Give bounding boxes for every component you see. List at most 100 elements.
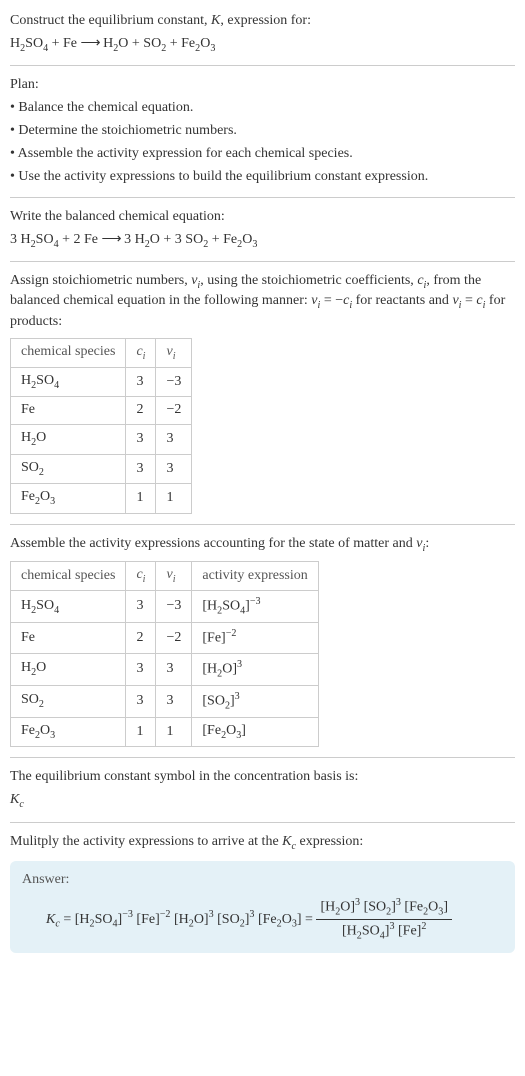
multiply-K: K (282, 834, 291, 849)
answer-title: Answer: (22, 871, 503, 890)
activity-expr: [SO2]3 (192, 685, 318, 717)
th-ci2-sub: i (143, 574, 146, 585)
ci-val: 1 (126, 718, 156, 747)
divider-6 (10, 822, 515, 823)
table-row: SO2 3 3 (11, 454, 192, 483)
answer-fraction: [H2O]3 [SO2]3 [Fe2O3][H2SO4]3 [Fe]2 (316, 896, 452, 943)
nui-val: 3 (156, 425, 192, 454)
intro-text-b: , expression for: (220, 13, 311, 28)
table-row: H2O 3 3 (11, 425, 192, 454)
table-header-row: chemical species ci νi (11, 338, 192, 367)
species-h2o: H2O (11, 425, 126, 454)
multiply-text: Mulitply the activity expressions to arr… (10, 833, 515, 853)
eq-h: H (10, 36, 20, 51)
answer-box: Answer: Kc = [H2SO4]−3 [Fe]−2 [H2O]3 [SO… (10, 861, 515, 953)
multiply-t1: Mulitply the activity expressions to arr… (10, 834, 282, 849)
ci-val: 3 (126, 368, 156, 397)
bal-3: SO (36, 232, 54, 247)
ans-K: K (46, 912, 55, 927)
species-h2so4: H2SO4 (11, 368, 126, 397)
ci-val: 2 (126, 623, 156, 654)
ans-eq: = (60, 912, 75, 927)
nui-val: 3 (156, 653, 192, 685)
nui-val: 3 (156, 454, 192, 483)
multiply-t2: expression: (296, 834, 363, 849)
divider-1 (10, 65, 515, 66)
ci-val: 2 (126, 397, 156, 425)
ci-val: 1 (126, 484, 156, 513)
eq-o3: 3 (210, 43, 215, 54)
table-header-row: chemical species ci νi activity expressi… (11, 561, 319, 590)
ans-eq2: = (302, 912, 317, 927)
th-species: chemical species (11, 561, 126, 590)
bal-6: 3 H (121, 232, 145, 247)
fraction-denominator: [H2SO4]3 [Fe]2 (316, 920, 452, 943)
ci-val: 3 (126, 685, 156, 717)
bal-10: + Fe (208, 232, 237, 247)
ci-val: 3 (126, 653, 156, 685)
table-row: H2SO4 3 −3 (11, 368, 192, 397)
table-row: Fe 2 −2 (11, 397, 192, 425)
intro-line1: Construct the equilibrium constant, K, e… (10, 12, 515, 31)
fraction-numerator: [H2O]3 [SO2]3 [Fe2O3] (316, 896, 452, 920)
assemble-text: Assemble the activity expressions accoun… (10, 535, 515, 555)
plan-b1: • Balance the chemical equation. (10, 99, 515, 118)
assign-eq1a: = − (320, 293, 343, 308)
assemble-t2: : (425, 536, 429, 551)
th-nui: νi (156, 338, 192, 367)
species-h2so4: H2SO4 (11, 591, 126, 623)
species-fe: Fe (11, 623, 126, 654)
activity-expr: [H2O]3 (192, 653, 318, 685)
ci-val: 3 (126, 454, 156, 483)
symbol-text: The equilibrium constant symbol in the c… (10, 768, 515, 787)
nui-val: −3 (156, 591, 192, 623)
bal-13: 3 (252, 238, 257, 249)
activity-expr: [Fe]−2 (192, 623, 318, 654)
activity-table: chemical species ci νi activity expressi… (10, 561, 319, 747)
nui-val: −3 (156, 368, 192, 397)
nui-val: −2 (156, 397, 192, 425)
arrow-icon-2: ⟶ (102, 232, 121, 247)
species-fe2o3: Fe2O3 (11, 484, 126, 513)
divider-4 (10, 524, 515, 525)
symbol-c: c (19, 799, 23, 810)
nui-val: 1 (156, 718, 192, 747)
th-species: chemical species (11, 338, 126, 367)
intro-equation: H2SO4 + Fe ⟶ H2O + SO2 + Fe2O3 (10, 35, 515, 55)
th-ci: ci (126, 561, 156, 590)
ci-val: 3 (126, 425, 156, 454)
species-fe: Fe (11, 397, 126, 425)
eq-so: SO (25, 36, 43, 51)
stoich-table-1: chemical species ci νi H2SO4 3 −3 Fe 2 −… (10, 338, 192, 514)
species-so2: SO2 (11, 454, 126, 483)
eq-o: O (200, 36, 210, 51)
plan-b3: • Assemble the activity expression for e… (10, 145, 515, 164)
th-nui: νi (156, 561, 192, 590)
eq-plus-fe: + Fe (48, 36, 80, 51)
eq-o-so: O + SO (118, 36, 161, 51)
assign-eq1b: for reactants and (352, 293, 452, 308)
bal-12: O (242, 232, 252, 247)
assign-text: Assign stoichiometric numbers, νi, using… (10, 272, 515, 332)
assemble-t1: Assemble the activity expressions accoun… (10, 536, 416, 551)
table-row: Fe 2 −2 [Fe]−2 (11, 623, 319, 654)
species-h2o: H2O (11, 653, 126, 685)
th-nui2-sub: i (173, 574, 176, 585)
eq-h2: H (100, 36, 114, 51)
th-ci-sub: i (143, 350, 146, 361)
table-row: SO2 3 3 [SO2]3 (11, 685, 319, 717)
bal-1: 3 H (10, 232, 31, 247)
table-row: Fe2O3 1 1 [Fe2O3] (11, 718, 319, 747)
symbol-K: K (10, 792, 19, 807)
nui-val: 3 (156, 685, 192, 717)
activity-expr: [Fe2O3] (192, 718, 318, 747)
table-row: H2SO4 3 −3 [H2SO4]−3 (11, 591, 319, 623)
bal-8: O + 3 SO (150, 232, 203, 247)
assign-t2: , using the stoichiometric coefficients, (200, 273, 417, 288)
assign-eq2a: = (461, 293, 476, 308)
table-row: H2O 3 3 [H2O]3 (11, 653, 319, 685)
activity-expr: [H2SO4]−3 (192, 591, 318, 623)
intro-K: K (211, 13, 220, 28)
nui-val: 1 (156, 484, 192, 513)
answer-equation: Kc = [H2SO4]−3 [Fe]−2 [H2O]3 [SO2]3 [Fe2… (22, 896, 503, 943)
